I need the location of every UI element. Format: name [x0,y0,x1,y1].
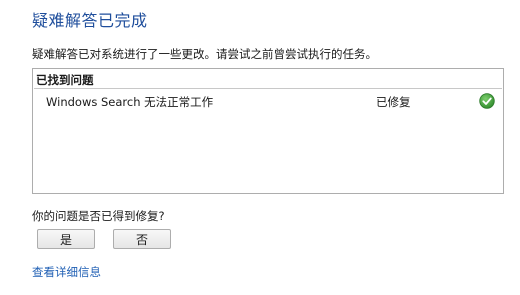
description-text: 疑难解答已对系统进行了一些更改。请尝试之前曾尝试执行的任务。 [32,47,377,61]
no-button[interactable]: 否 [113,229,171,249]
yes-button[interactable]: 是 [37,229,95,249]
issue-row: Windows Search 无法正常工作 已修复 [33,90,503,112]
page-title: 疑难解答已完成 [32,11,148,30]
green-check-icon [479,93,495,109]
issue-status: 已修复 [376,95,411,109]
issue-name: Windows Search 无法正常工作 [46,95,214,109]
issues-panel-header: 已找到问题 [36,73,94,87]
panel-divider [34,88,502,89]
fix-question: 你的问题是否已得到修复? [32,209,165,223]
view-details-link[interactable]: 查看详细信息 [32,264,101,280]
issues-panel: 已找到问题 Windows Search 无法正常工作 已修复 [32,68,504,194]
